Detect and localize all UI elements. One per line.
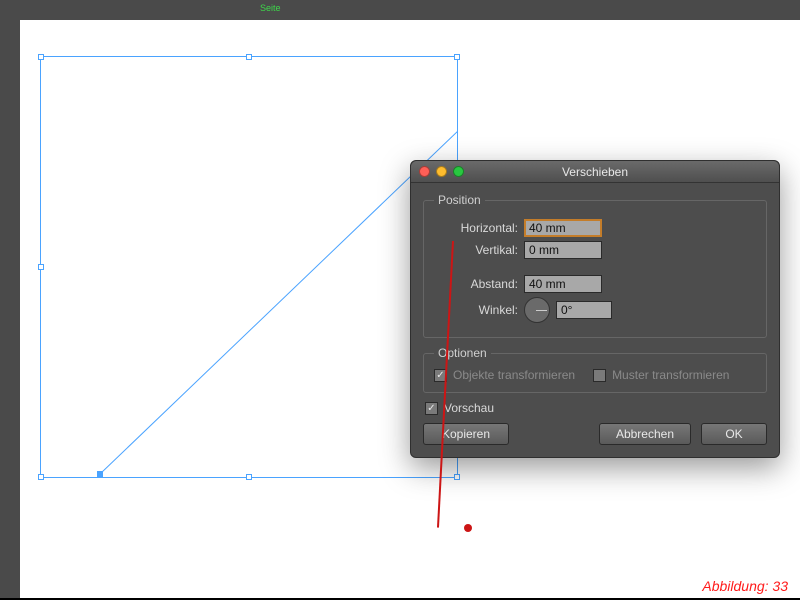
- selection-handle-tc[interactable]: [246, 54, 252, 60]
- selection-handle-tl[interactable]: [38, 54, 44, 60]
- selection-handle-ml[interactable]: [38, 264, 44, 270]
- transform-objects-checkbox: Objekte transformieren: [434, 368, 575, 382]
- angle-input[interactable]: [556, 301, 612, 319]
- options-group: Optionen Objekte transformieren Muster t…: [423, 346, 767, 393]
- transform-objects-label: Objekte transformieren: [453, 368, 575, 382]
- selection-handle-tr[interactable]: [454, 54, 460, 60]
- angle-dial-icon[interactable]: [524, 297, 550, 323]
- transform-patterns-label: Muster transformieren: [612, 368, 729, 382]
- page-label: Seite: [260, 3, 281, 13]
- ok-button[interactable]: OK: [701, 423, 767, 445]
- preview-label: Vorschau: [444, 401, 494, 415]
- selection-handle-bc[interactable]: [246, 474, 252, 480]
- angle-label: Winkel:: [434, 303, 518, 317]
- dialog-titlebar[interactable]: Verschieben: [411, 161, 779, 183]
- copy-button[interactable]: Kopieren: [423, 423, 509, 445]
- cancel-button[interactable]: Abbrechen: [599, 423, 691, 445]
- annotation-arrow-head: [464, 524, 472, 532]
- transform-patterns-checkbox: Muster transformieren: [593, 368, 729, 382]
- selection-handle-br[interactable]: [454, 474, 460, 480]
- position-legend: Position: [434, 193, 485, 207]
- distance-label: Abstand:: [434, 277, 518, 291]
- options-legend: Optionen: [434, 346, 491, 360]
- selection-handle-bl[interactable]: [38, 474, 44, 480]
- horizontal-input[interactable]: [524, 219, 602, 237]
- move-dialog: Verschieben Position Horizontal: Vertika…: [410, 160, 780, 458]
- figure-caption: Abbildung: 33: [702, 578, 788, 594]
- selection-rectangle[interactable]: [40, 56, 458, 478]
- position-group: Position Horizontal: Vertikal: Abstand: …: [423, 193, 767, 338]
- horizontal-label: Horizontal:: [434, 221, 518, 235]
- checkbox-icon: [593, 369, 606, 382]
- preview-checkbox[interactable]: Vorschau: [425, 401, 767, 415]
- dialog-title: Verschieben: [411, 165, 779, 179]
- distance-input[interactable]: [524, 275, 602, 293]
- vertical-input[interactable]: [524, 241, 602, 259]
- vertical-label: Vertikal:: [434, 243, 518, 257]
- checkbox-icon: [425, 402, 438, 415]
